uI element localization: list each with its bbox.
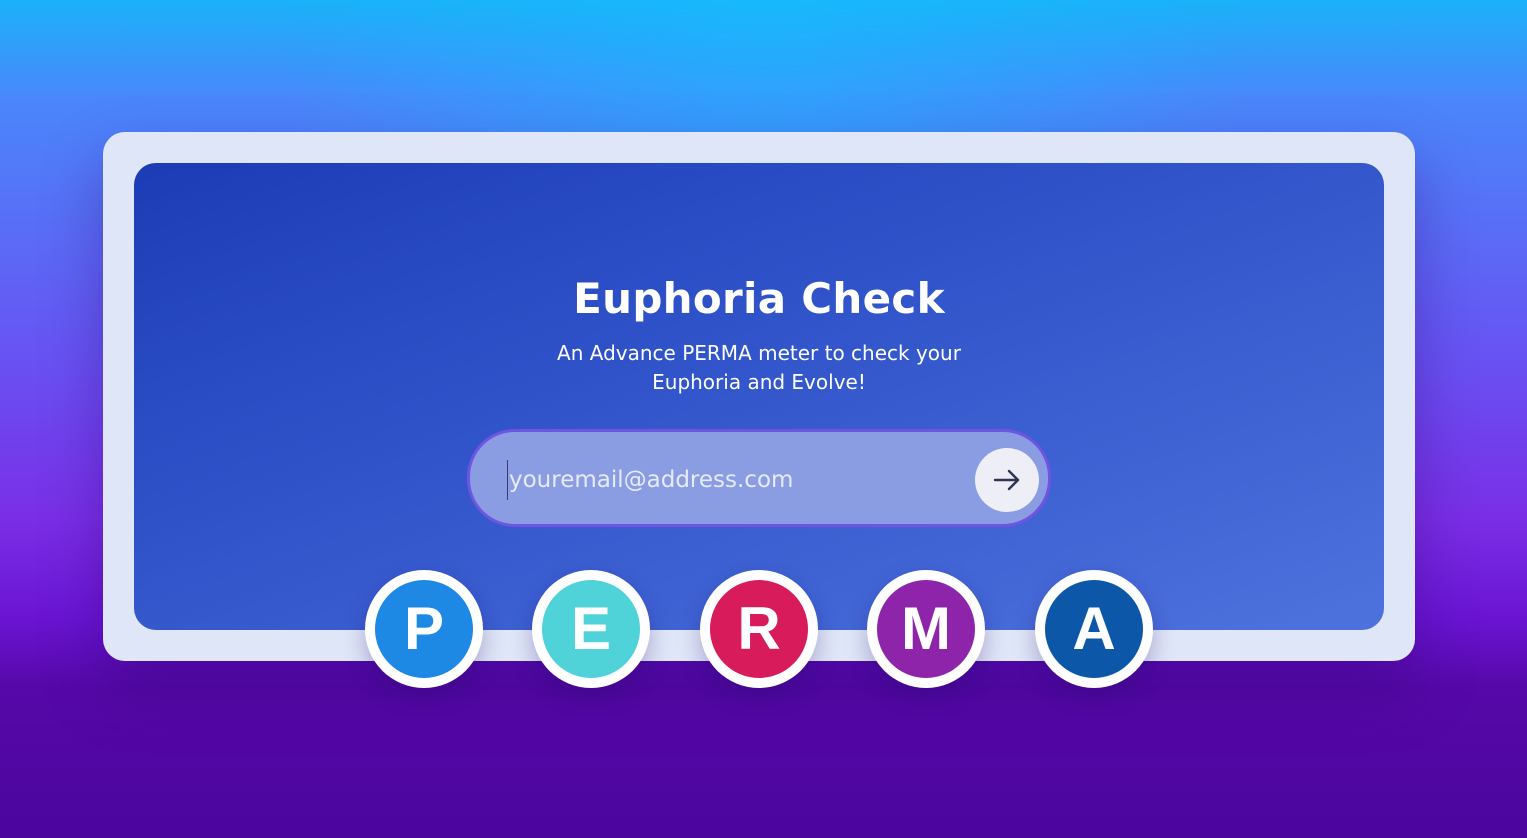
email-field[interactable]	[507, 460, 929, 500]
perma-badge-p-circle: P	[375, 580, 473, 678]
hero-panel: Euphoria Check An Advance PERMA meter to…	[134, 163, 1384, 630]
subtitle-line-1: An Advance PERMA meter to check your	[557, 341, 961, 365]
perma-badge-r[interactable]: R	[700, 570, 818, 688]
perma-badge-m-circle: M	[877, 580, 975, 678]
perma-badge-e-circle: E	[542, 580, 640, 678]
email-form	[467, 429, 1051, 527]
perma-badge-e-letter: E	[570, 595, 612, 662]
arrow-right-icon	[993, 469, 1020, 491]
perma-badge-a-circle: A	[1045, 580, 1143, 678]
perma-badge-m[interactable]: M	[867, 570, 985, 688]
perma-badge-r-circle: R	[710, 580, 808, 678]
perma-badge-r-letter: R	[737, 595, 781, 662]
email-field-container	[467, 429, 1051, 527]
page-subtitle: An Advance PERMA meter to check your Eup…	[539, 339, 979, 397]
perma-badge-a-letter: A	[1072, 595, 1116, 662]
submit-button[interactable]	[975, 448, 1039, 512]
perma-badge-e[interactable]: E	[532, 570, 650, 688]
page-title: Euphoria Check	[573, 274, 945, 323]
perma-badge-p-letter: P	[403, 595, 445, 662]
subtitle-line-2: Euphoria and Evolve!	[652, 370, 866, 394]
perma-badge-m-letter: M	[901, 595, 951, 662]
perma-badge-a[interactable]: A	[1035, 570, 1153, 688]
perma-badge-p[interactable]: P	[365, 570, 483, 688]
